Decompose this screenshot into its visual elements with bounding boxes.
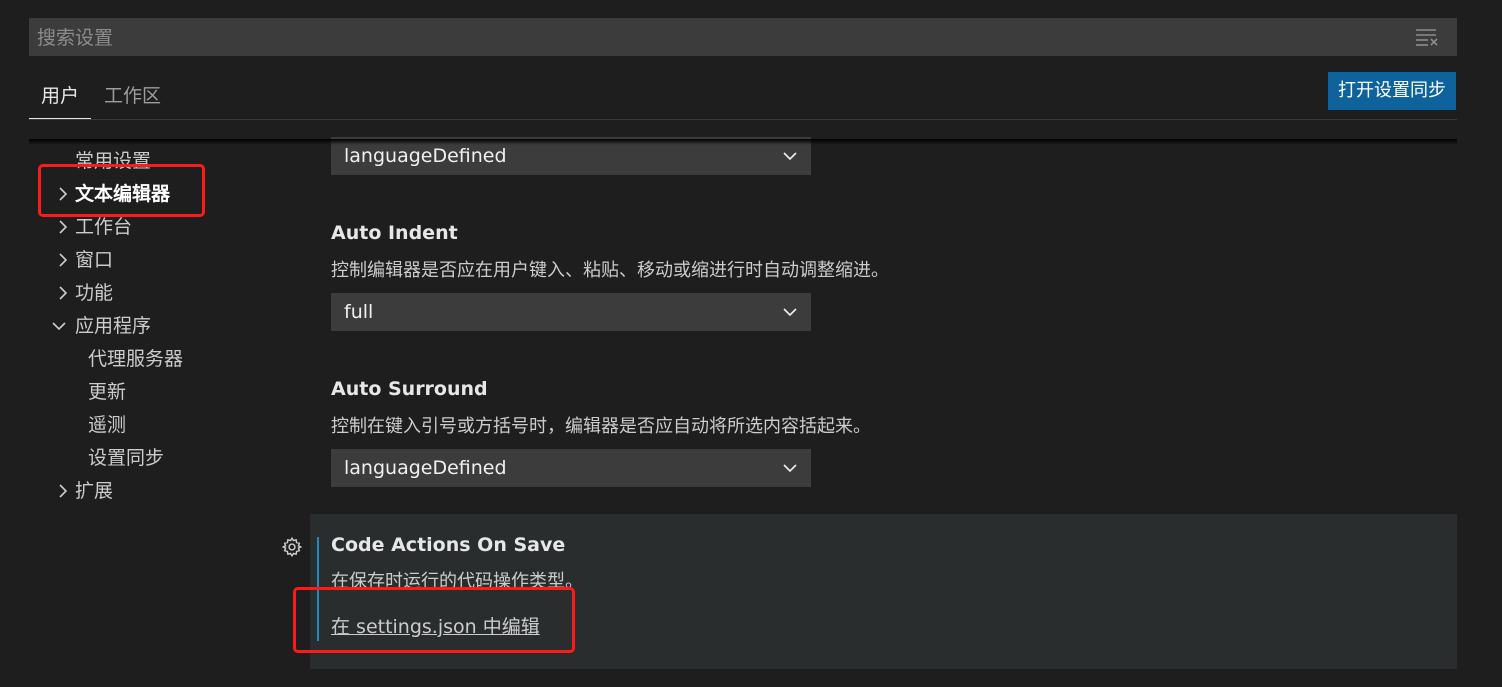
select-value: languageDefined (344, 145, 507, 167)
gear-icon[interactable] (281, 536, 303, 558)
annotation-highlight-edit-link (293, 587, 575, 653)
auto-surround-select[interactable]: languageDefined (331, 449, 811, 487)
annotation-highlight-text-editor (38, 164, 205, 217)
chevron-down-icon (783, 308, 797, 317)
setting-title-auto-surround: Auto Surround (331, 378, 488, 400)
select-value: full (344, 301, 374, 323)
setting-description-auto-indent: 控制编辑器是否应在用户键入、粘贴、移动或缩进行时自动调整缩进。 (331, 260, 889, 281)
scroll-shadow (29, 139, 1457, 145)
setting-title-auto-indent: Auto Indent (331, 222, 458, 244)
settings-list: languageDefined Auto Indent 控制编辑器是否应在用户键… (0, 0, 1502, 687)
auto-indent-select[interactable]: full (331, 293, 811, 331)
setting-title-code-actions-on-save: Code Actions On Save (331, 534, 566, 556)
chevron-down-icon (783, 464, 797, 473)
select-value: languageDefined (344, 457, 507, 479)
chevron-down-icon (783, 152, 797, 161)
setting-description-auto-surround: 控制在键入引号或方括号时，编辑器是否应自动将所选内容括起来。 (331, 416, 871, 437)
